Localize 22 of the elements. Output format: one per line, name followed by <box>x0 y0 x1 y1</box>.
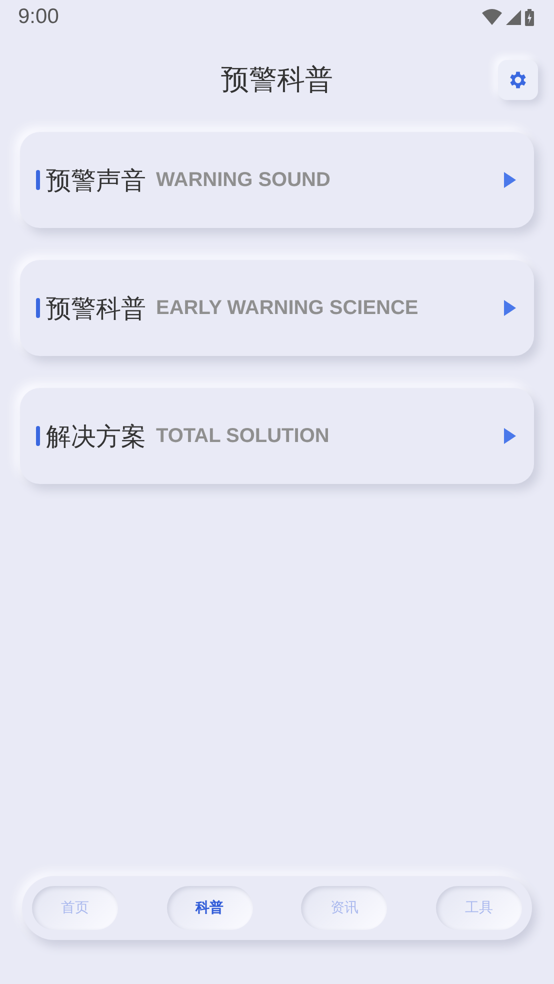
card-subtitle: TOTAL SOLUTION <box>156 424 330 448</box>
card-subtitle: WARNING SOUND <box>156 168 332 192</box>
card-title: 预警声音 <box>46 164 146 196</box>
wifi-icon <box>482 9 502 25</box>
battery-icon <box>525 8 534 26</box>
play-arrow-icon <box>504 300 516 316</box>
card-title: 解决方案 <box>46 420 146 452</box>
tab[interactable]: 科普 <box>166 886 253 930</box>
menu-card[interactable]: 解决方案 TOTAL SOLUTION <box>20 388 534 484</box>
play-arrow-icon <box>504 428 516 444</box>
card-subtitle: EARLY WARNING SCIENCE <box>156 296 420 320</box>
accent-bar <box>36 298 40 318</box>
signal-icon <box>506 10 521 24</box>
status-time: 9:00 <box>18 5 59 29</box>
menu-card[interactable]: 预警声音 WARNING SOUND <box>20 132 534 228</box>
play-arrow-icon <box>504 172 516 188</box>
accent-bar <box>36 170 40 190</box>
settings-button[interactable] <box>498 60 538 100</box>
menu-card[interactable]: 预警科普 EARLY WARNING SCIENCE <box>20 260 534 356</box>
accent-bar <box>36 426 40 446</box>
page-title: 预警科普 <box>221 62 333 98</box>
card-title: 预警科普 <box>46 292 146 324</box>
